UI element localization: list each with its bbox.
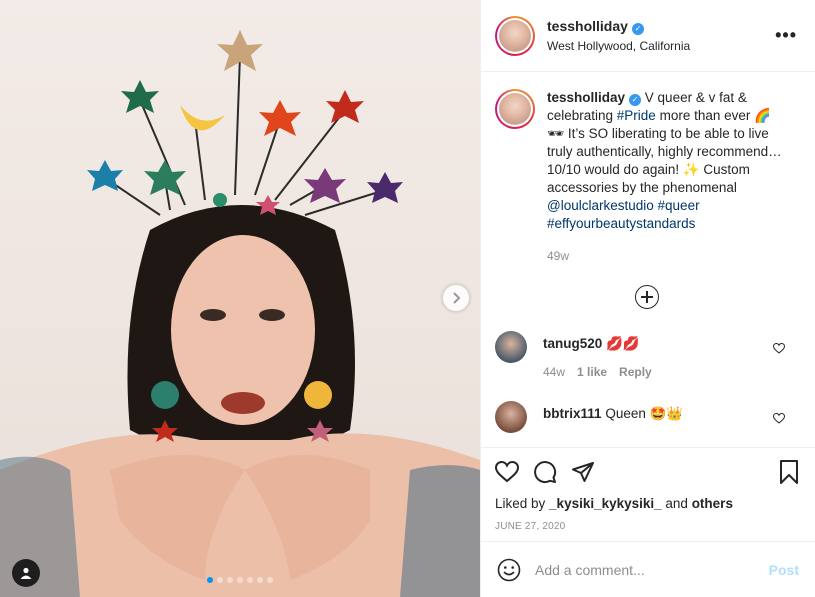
commenter-avatar[interactable] — [495, 401, 527, 433]
next-slide-button[interactable] — [443, 285, 469, 311]
carousel-indicator — [207, 577, 273, 583]
comment-item: tanug520 💋💋 44w 1 like Reply — [495, 331, 799, 379]
add-comment-bar: Post — [481, 541, 815, 597]
tagged-users-button[interactable] — [12, 559, 40, 587]
chevron-right-icon — [453, 292, 461, 304]
comment-item: bbtrix111 Queen 🤩👑 — [495, 401, 799, 433]
share-button[interactable] — [571, 460, 595, 484]
save-button[interactable] — [779, 460, 799, 484]
action-bar: Liked by _kysiki_kykysiki_ and others JU… — [481, 447, 815, 532]
caption-username[interactable]: tessholliday — [547, 90, 625, 105]
carousel-dot — [217, 577, 223, 583]
load-more-comments-button[interactable] — [495, 285, 799, 309]
mention-link[interactable]: @loulclarkestudio — [547, 198, 654, 213]
comment-username[interactable]: bbtrix111 — [543, 406, 602, 421]
instagram-post: tessholliday ✓ West Hollywood, California… — [0, 0, 815, 597]
carousel-dot — [257, 577, 263, 583]
photo-illustration — [0, 30, 480, 597]
verified-badge-icon: ✓ — [631, 23, 644, 35]
location[interactable]: West Hollywood, California — [547, 39, 771, 53]
post-sidebar: tessholliday ✓ West Hollywood, California… — [480, 0, 815, 597]
comment-like-heart-icon[interactable] — [773, 413, 785, 424]
more-options-icon[interactable]: ••• — [771, 21, 801, 50]
comment-like-heart-icon[interactable] — [773, 343, 785, 354]
hashtag-queer[interactable]: #queer — [658, 198, 700, 213]
comment-input[interactable] — [535, 561, 769, 578]
carousel-dot — [207, 577, 213, 583]
liked-by-user[interactable]: _kysiki_kykysiki_ — [549, 496, 662, 511]
caption-avatar[interactable] — [495, 89, 535, 129]
plus-circle-icon — [635, 285, 659, 309]
comment-text: 💋💋 — [606, 336, 640, 351]
bookmark-icon — [780, 460, 798, 484]
verified-badge-icon: ✓ — [629, 94, 642, 106]
post-date[interactable]: JUNE 27, 2020 — [495, 521, 799, 532]
heart-icon — [495, 461, 519, 483]
comments-section: tessholliday ✓ V queer & v fat & celebrat… — [481, 73, 815, 447]
carousel-dot — [247, 577, 253, 583]
post-header: tessholliday ✓ West Hollywood, California… — [481, 0, 815, 72]
comment-username[interactable]: tanug520 — [543, 336, 602, 351]
carousel-dot — [267, 577, 273, 583]
post-photo[interactable] — [0, 0, 480, 597]
user-icon — [20, 567, 32, 579]
comment-age: 44w — [543, 365, 566, 379]
reply-button[interactable]: Reply — [619, 365, 652, 379]
post-comment-button[interactable]: Post — [769, 562, 799, 578]
carousel-dot — [227, 577, 233, 583]
comment-likes[interactable]: 1 like — [577, 365, 607, 379]
comment-button[interactable] — [533, 460, 557, 484]
carousel-dot — [237, 577, 243, 583]
comment-bubble-icon — [534, 461, 557, 484]
liked-by-others[interactable]: others — [692, 496, 733, 511]
header-username[interactable]: tessholliday — [547, 18, 628, 34]
hashtag-pride[interactable]: #Pride — [617, 108, 656, 123]
caption: tessholliday ✓ V queer & v fat & celebrat… — [495, 89, 799, 265]
caption-age: 49w — [547, 249, 570, 263]
liked-by-text: Liked by _kysiki_kykysiki_ and others — [495, 496, 733, 511]
caption-text: tessholliday ✓ V queer & v fat & celebrat… — [547, 89, 787, 265]
hashtag-effyourbeautystandards[interactable]: #effyourbeautystandards — [547, 216, 695, 231]
avatar[interactable] — [495, 15, 535, 56]
commenter-avatar[interactable] — [495, 331, 527, 363]
comment-text: Queen 🤩👑 — [605, 406, 684, 421]
emoji-icon[interactable] — [497, 558, 521, 582]
like-button[interactable] — [495, 461, 519, 483]
paper-plane-icon — [572, 462, 594, 482]
